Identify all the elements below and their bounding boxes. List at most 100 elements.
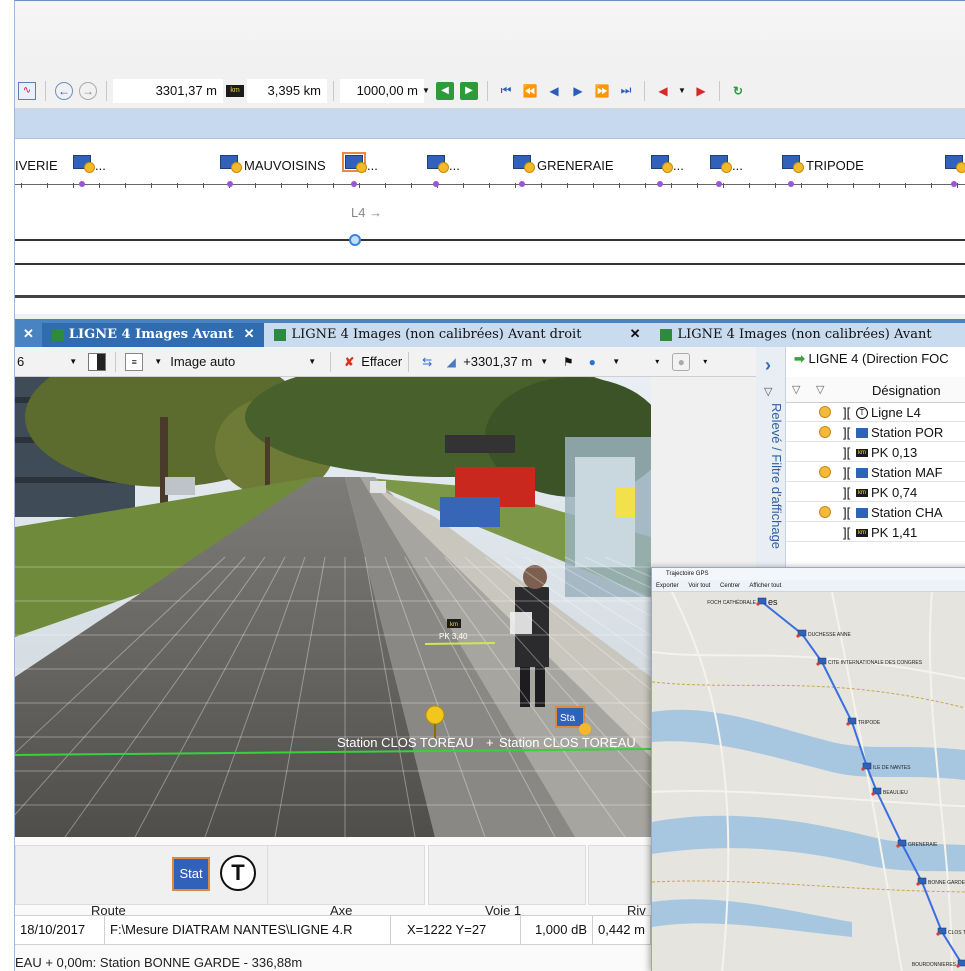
gps-place-label: DUCHESSE ANNE xyxy=(808,632,851,638)
chevron-down-icon[interactable]: ▼ xyxy=(303,353,321,371)
green-next-icon[interactable]: ▶ xyxy=(460,81,478,100)
line-schematic[interactable]: IVERIE ... MAUVOISINS ... ... GRENERAIE … xyxy=(15,139,965,314)
axis-tick xyxy=(307,183,308,188)
chevron-down-icon[interactable]: ▼ xyxy=(149,353,167,371)
position-meters-field[interactable]: 3301,37 m xyxy=(113,78,223,103)
status-path: F:\Mesure DIATRAM NANTES\LIGNE 4.R xyxy=(105,916,391,944)
tab-images-avant[interactable]: LIGNE 4 Images Avant ✕ xyxy=(41,323,265,347)
status-dot-icon xyxy=(819,506,831,518)
list-item[interactable]: ][km PK 1,41 xyxy=(786,523,965,542)
flag-icon[interactable]: ⚑ xyxy=(559,353,577,371)
red-back-icon[interactable]: ◀ xyxy=(654,82,672,100)
ruler-icon[interactable]: ◢ xyxy=(442,353,460,371)
filter-icon[interactable]: ▽ xyxy=(816,383,824,396)
axis-tick xyxy=(385,183,386,188)
axis-tick xyxy=(359,183,360,188)
gps-place-label: CLOS TOR xyxy=(948,930,965,936)
status-value: 0,442 m xyxy=(593,916,651,944)
axis-tick xyxy=(203,183,204,188)
status-dot-icon xyxy=(819,406,831,418)
contrast-icon[interactable] xyxy=(88,352,107,371)
step-forward-icon[interactable]: ▶ xyxy=(569,82,587,100)
show-all-button[interactable]: Voir tout xyxy=(688,583,710,589)
station-marker-icon[interactable]: Sta xyxy=(560,713,575,724)
detail-panel: Stat T Route Axe Voie 1 Riv xyxy=(15,837,651,971)
document-tabs: ✕ LIGNE 4 Images Avant ✕ LIGNE 4 Images … xyxy=(15,319,965,347)
forward-icon[interactable]: → xyxy=(79,81,97,100)
street-view-image[interactable]: km PK 3,40 Sta Station CLOS TOREAU + Sta… xyxy=(15,377,651,837)
display-all-button[interactable]: Afficher tout xyxy=(749,583,781,589)
station-point xyxy=(716,181,722,187)
designation-list: ➡ LIGNE 4 (Direction FOC ▽ ▽ Désignation… xyxy=(786,347,965,592)
chevron-down-icon[interactable]: ▼ xyxy=(535,353,553,371)
step-back-icon[interactable]: ◀ xyxy=(545,82,563,100)
fast-back-icon[interactable]: ⏪ xyxy=(521,82,539,100)
axis-tick xyxy=(515,183,516,188)
track-line-3 xyxy=(15,295,965,298)
last-icon[interactable]: ⏭ xyxy=(617,82,635,100)
km-marker-icon: km xyxy=(450,622,458,628)
position-cursor[interactable] xyxy=(349,234,361,246)
overflow-icon[interactable]: ▾ xyxy=(696,353,714,371)
pk-marker-label: PK 3,40 xyxy=(439,632,468,641)
list-item[interactable]: ][T Ligne L4 xyxy=(786,403,965,422)
toolbar-separator xyxy=(719,80,720,101)
globe-icon[interactable]: ● xyxy=(583,353,601,371)
tab-images-avant-droit[interactable]: LIGNE 4 Images (non calibrées) Avant dro… xyxy=(264,323,651,347)
record-icon[interactable]: ● xyxy=(672,352,691,371)
gps-point-marker xyxy=(956,964,960,968)
close-icon[interactable]: ✕ xyxy=(630,323,641,347)
station-point xyxy=(79,181,85,187)
list-item[interactable]: ][Station CHA xyxy=(786,503,965,522)
chevron-down-icon[interactable]: ▼ xyxy=(64,353,82,371)
red-forward-icon[interactable]: ▶ xyxy=(692,82,710,100)
chevron-down-icon[interactable]: ▼ xyxy=(607,353,625,371)
step-select[interactable]: 1000,00 m xyxy=(340,78,424,103)
axis-tick xyxy=(645,183,646,188)
eraser-icon[interactable]: ✘ xyxy=(340,353,358,371)
center-button[interactable]: Centrer xyxy=(720,583,740,589)
offset-field[interactable]: +3301,37 m xyxy=(463,354,532,369)
axis-tick xyxy=(957,183,958,188)
toolbar-separator xyxy=(333,80,334,101)
filter-icon[interactable]: ▽ xyxy=(792,383,800,396)
clear-button[interactable]: Effacer xyxy=(361,354,402,369)
loop-icon[interactable]: ↻ xyxy=(729,82,747,100)
chart-icon[interactable]: ∿ xyxy=(18,81,36,100)
filter-side-tab[interactable]: › ▽ Relevé / Filtre d'affichage xyxy=(756,347,786,592)
status-coords: X=1222 Y=27 xyxy=(391,916,521,944)
gps-place-label: BEAULIEU xyxy=(883,790,908,796)
list-item[interactable]: ][Station MAF xyxy=(786,463,965,482)
card-voie xyxy=(428,845,586,905)
gps-trajectory-window[interactable]: Trajectoire GPS Exporter Voir tout Centr… xyxy=(651,567,965,971)
list-item[interactable]: ][km PK 0,74 xyxy=(786,483,965,502)
axis-tick xyxy=(47,183,48,188)
tab-close-icon[interactable]: ✕ xyxy=(15,323,42,347)
fast-forward-icon[interactable]: ⏩ xyxy=(593,82,611,100)
export-button[interactable]: Exporter xyxy=(656,583,679,589)
first-icon[interactable]: ⏮ xyxy=(497,82,515,100)
gps-map[interactable]: FOCH CATHÉDRALE DUCHESSE ANNE CITE INTERNA… xyxy=(652,592,965,971)
chevron-down-icon[interactable]: ▼ xyxy=(422,82,430,100)
overflow-icon[interactable]: ▾ xyxy=(648,353,666,371)
green-prev-icon[interactable]: ◀ xyxy=(436,81,454,100)
axis-tick xyxy=(593,183,594,188)
document-icon[interactable]: ≡ xyxy=(125,352,144,371)
position-km-field[interactable]: 3,395 km xyxy=(247,78,327,103)
station-point xyxy=(351,181,357,187)
toolbar-fragment: 6 xyxy=(17,354,25,369)
list-item-text: PK 0,74 xyxy=(871,485,918,500)
designation-column-header[interactable]: Désignation xyxy=(872,383,941,398)
back-icon[interactable]: ← xyxy=(55,81,73,100)
close-icon[interactable]: ✕ xyxy=(244,323,255,347)
tab-images-avant-2[interactable]: LIGNE 4 Images (non calibrées) Avant xyxy=(650,323,965,347)
list-item[interactable]: ][Station POR xyxy=(786,423,965,442)
axis-tick xyxy=(21,183,22,188)
expand-chevron-icon[interactable]: › xyxy=(765,355,771,376)
list-item[interactable]: ][km PK 0,13 xyxy=(786,443,965,462)
swap-icon[interactable]: ⇆ xyxy=(418,353,436,371)
image-mode-select[interactable]: Image auto xyxy=(170,354,300,369)
station-card-icon[interactable]: Stat xyxy=(172,857,210,891)
chevron-down-icon[interactable]: ▼ xyxy=(678,82,686,100)
navigation-toolbar: ∿ ← → 3301,37 m km 3,395 km 1000,00 m ▼ … xyxy=(15,73,965,109)
